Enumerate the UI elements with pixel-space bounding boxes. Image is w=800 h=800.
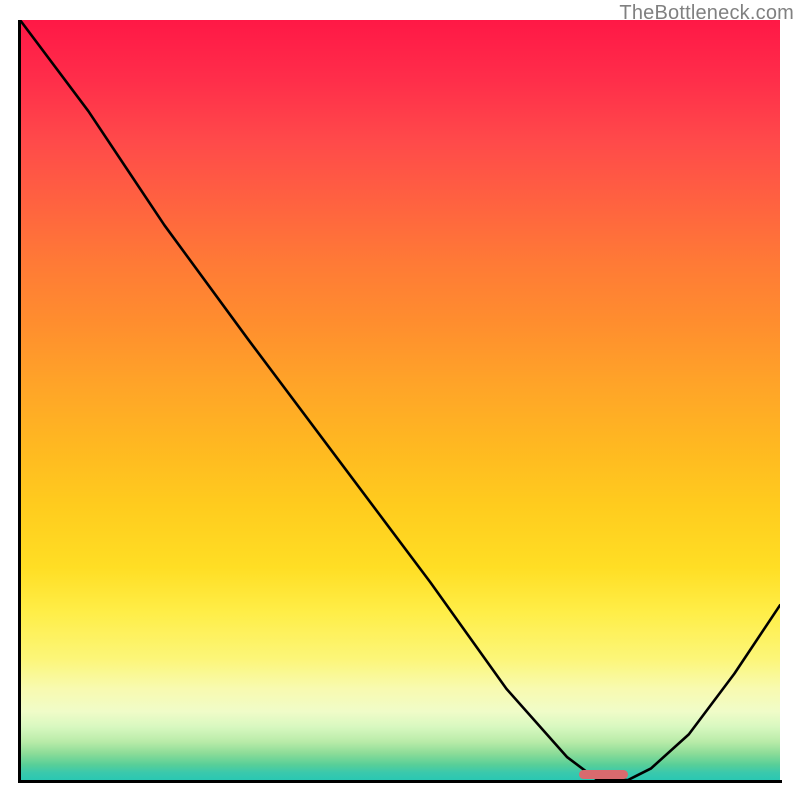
y-axis	[18, 20, 21, 782]
watermark-text: TheBottleneck.com	[619, 2, 794, 25]
plot-area	[20, 20, 780, 780]
x-axis	[18, 780, 782, 783]
optimal-marker	[579, 770, 628, 779]
bottleneck-curve	[20, 20, 780, 780]
chart-container: TheBottleneck.com	[0, 0, 800, 800]
curve-svg	[20, 20, 780, 780]
